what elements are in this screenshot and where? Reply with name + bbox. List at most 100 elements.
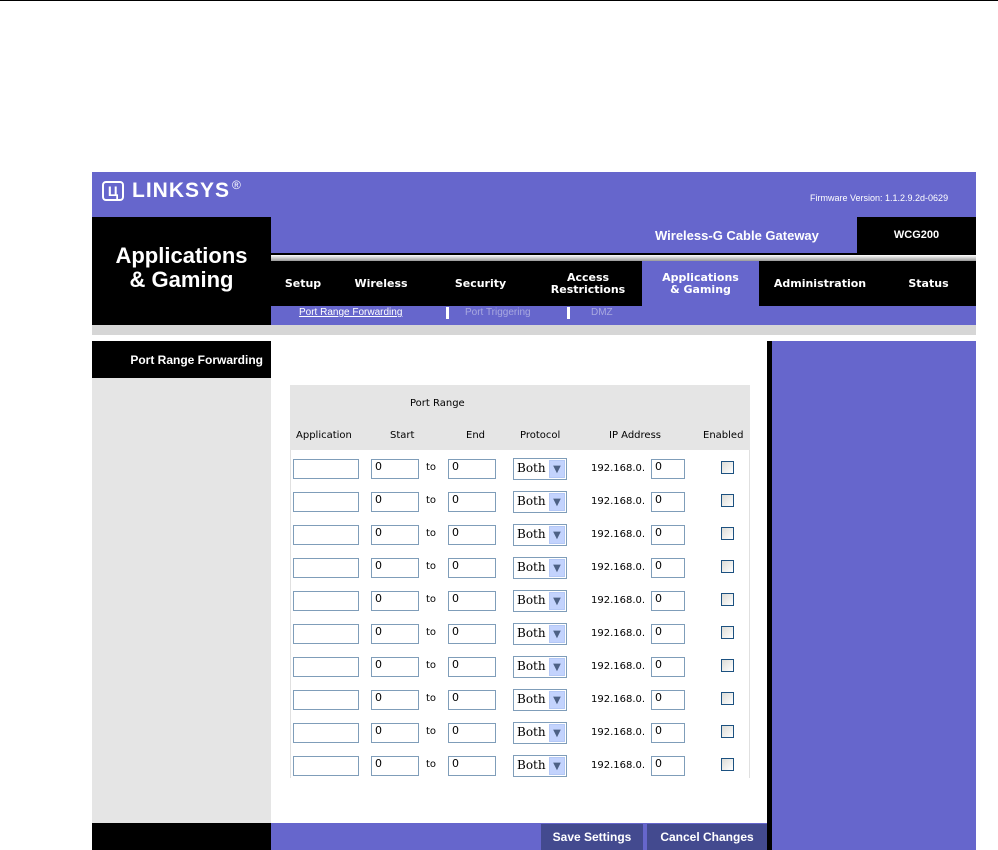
save-settings-button[interactable]: Save Settings — [541, 824, 643, 850]
application-name-input[interactable] — [293, 492, 359, 512]
ip-last-octet-input[interactable]: 0 — [651, 690, 685, 710]
protocol-select[interactable]: Both ▼ — [513, 656, 567, 678]
end-port-input[interactable]: 0 — [448, 624, 496, 644]
chevron-down-icon[interactable]: ▼ — [549, 526, 565, 544]
enabled-checkbox[interactable] — [721, 494, 734, 507]
protocol-select[interactable]: Both ▼ — [513, 689, 567, 711]
start-port-input[interactable]: 0 — [371, 459, 419, 479]
application-name-input[interactable] — [293, 624, 359, 644]
protocol-select[interactable]: Both ▼ — [513, 524, 567, 546]
end-port-input[interactable]: 0 — [448, 492, 496, 512]
table-group-header — [290, 385, 750, 420]
ip-last-octet-input[interactable]: 0 — [651, 558, 685, 578]
application-name-input[interactable] — [293, 723, 359, 743]
tab-access-restrictions[interactable]: Access Restrictions — [534, 261, 642, 306]
table-row: 0 to 0 Both ▼ 192.168.0. 0 — [290, 552, 750, 585]
end-port-input[interactable]: 0 — [448, 723, 496, 743]
ip-last-octet-input[interactable]: 0 — [651, 756, 685, 776]
tab-setup[interactable]: Setup — [271, 261, 335, 306]
tab-label: Wireless — [354, 276, 408, 290]
protocol-select[interactable]: Both ▼ — [513, 458, 567, 480]
ip-last-octet-input[interactable]: 0 — [651, 624, 685, 644]
start-port-input[interactable]: 0 — [371, 591, 419, 611]
subnav-port-triggering[interactable]: Port Triggering — [465, 307, 531, 318]
tab-applications-gaming[interactable]: Applications & Gaming — [642, 261, 759, 306]
start-port-input[interactable]: 0 — [371, 624, 419, 644]
chevron-down-icon[interactable]: ▼ — [549, 625, 565, 643]
chevron-down-icon[interactable]: ▼ — [549, 658, 565, 676]
header-port-range: Port Range — [410, 398, 465, 409]
start-port-input[interactable]: 0 — [371, 690, 419, 710]
ip-prefix: 192.168.0. — [591, 727, 646, 738]
chevron-down-icon[interactable]: ▼ — [549, 559, 565, 577]
cancel-changes-button[interactable]: Cancel Changes — [647, 824, 767, 850]
header-protocol: Protocol — [520, 430, 561, 441]
tab-status[interactable]: Status — [881, 261, 976, 306]
protocol-value: Both — [517, 494, 546, 508]
application-name-input[interactable] — [293, 690, 359, 710]
protocol-select[interactable]: Both ▼ — [513, 491, 567, 513]
ip-last-octet-input[interactable]: 0 — [651, 657, 685, 677]
enabled-checkbox[interactable] — [721, 461, 734, 474]
tab-security[interactable]: Security — [427, 261, 534, 306]
application-name-input[interactable] — [293, 756, 359, 776]
ip-last-octet-input[interactable]: 0 — [651, 492, 685, 512]
end-port-input[interactable]: 0 — [448, 525, 496, 545]
enabled-checkbox[interactable] — [721, 758, 734, 771]
section-title-line2: & Gaming — [129, 267, 234, 292]
protocol-select[interactable]: Both ▼ — [513, 755, 567, 777]
application-name-input[interactable] — [293, 657, 359, 677]
subnav-port-range-forwarding[interactable]: Port Range Forwarding — [299, 307, 402, 318]
subnav-dmz[interactable]: DMZ — [591, 307, 613, 318]
tab-label-line2: & Gaming — [670, 282, 731, 296]
enabled-checkbox[interactable] — [721, 659, 734, 672]
chevron-down-icon[interactable]: ▼ — [549, 724, 565, 742]
ip-last-octet-input[interactable]: 0 — [651, 723, 685, 743]
enabled-checkbox[interactable] — [721, 560, 734, 573]
chevron-down-icon[interactable]: ▼ — [549, 460, 565, 478]
start-port-input[interactable]: 0 — [371, 558, 419, 578]
start-port-input[interactable]: 0 — [371, 525, 419, 545]
protocol-select[interactable]: Both ▼ — [513, 590, 567, 612]
end-port-input[interactable]: 0 — [448, 690, 496, 710]
protocol-select[interactable]: Both ▼ — [513, 722, 567, 744]
protocol-select[interactable]: Both ▼ — [513, 623, 567, 645]
header-end: End — [466, 430, 486, 441]
table-row: 0 to 0 Both ▼ 192.168.0. 0 — [290, 453, 750, 486]
application-name-input[interactable] — [293, 459, 359, 479]
ip-prefix: 192.168.0. — [591, 760, 646, 771]
ip-last-octet-input[interactable]: 0 — [651, 591, 685, 611]
start-port-input[interactable]: 0 — [371, 492, 419, 512]
footer-left — [92, 823, 271, 850]
protocol-value: Both — [517, 461, 546, 475]
to-label: to — [426, 528, 437, 539]
ip-prefix: 192.168.0. — [591, 562, 646, 573]
tab-wireless[interactable]: Wireless — [335, 261, 427, 306]
end-port-input[interactable]: 0 — [448, 459, 496, 479]
table-row: 0 to 0 Both ▼ 192.168.0. 0 — [290, 750, 750, 783]
enabled-checkbox[interactable] — [721, 626, 734, 639]
enabled-checkbox[interactable] — [721, 593, 734, 606]
start-port-input[interactable]: 0 — [371, 657, 419, 677]
application-name-input[interactable] — [293, 525, 359, 545]
end-port-input[interactable]: 0 — [448, 657, 496, 677]
protocol-select[interactable]: Both ▼ — [513, 557, 567, 579]
chevron-down-icon[interactable]: ▼ — [549, 757, 565, 775]
chevron-down-icon[interactable]: ▼ — [549, 493, 565, 511]
application-name-input[interactable] — [293, 558, 359, 578]
ip-last-octet-input[interactable]: 0 — [651, 525, 685, 545]
enabled-checkbox[interactable] — [721, 725, 734, 738]
enabled-checkbox[interactable] — [721, 527, 734, 540]
end-port-input[interactable]: 0 — [448, 591, 496, 611]
chevron-down-icon[interactable]: ▼ — [549, 691, 565, 709]
footer-right — [772, 823, 976, 850]
start-port-input[interactable]: 0 — [371, 723, 419, 743]
application-name-input[interactable] — [293, 591, 359, 611]
chevron-down-icon[interactable]: ▼ — [549, 592, 565, 610]
start-port-input[interactable]: 0 — [371, 756, 419, 776]
enabled-checkbox[interactable] — [721, 692, 734, 705]
ip-last-octet-input[interactable]: 0 — [651, 459, 685, 479]
end-port-input[interactable]: 0 — [448, 756, 496, 776]
end-port-input[interactable]: 0 — [448, 558, 496, 578]
tab-administration[interactable]: Administration — [759, 261, 881, 306]
